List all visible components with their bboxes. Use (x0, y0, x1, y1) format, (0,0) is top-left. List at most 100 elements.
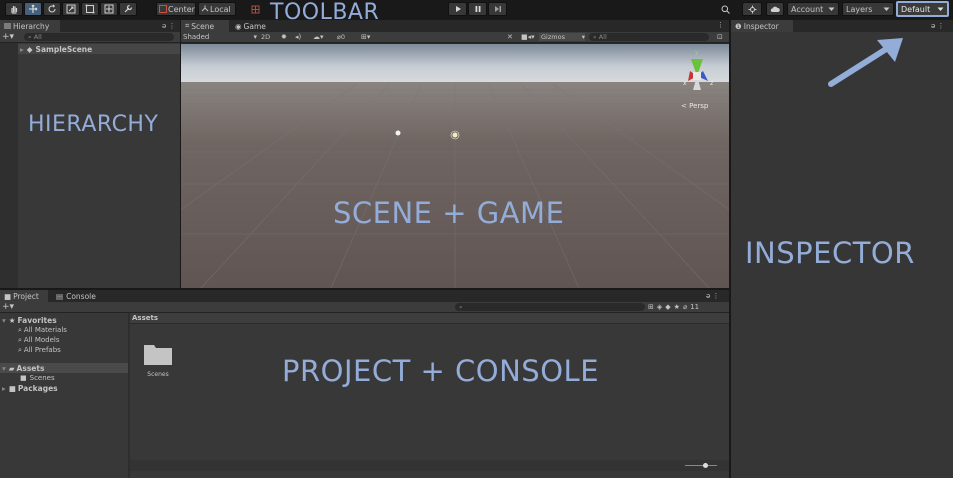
scene-camera-settings-button[interactable]: ⊡ (717, 32, 723, 42)
speaker-icon: ◂) (295, 33, 302, 41)
perspective-toggle[interactable]: < Persp (681, 102, 708, 110)
project-status-bar (130, 460, 729, 471)
tab-hierarchy[interactable]: Hierarchy (0, 20, 60, 32)
favorite-item[interactable]: ⌕ All Models (18, 335, 60, 345)
gamepad-icon: ◉ (235, 21, 242, 31)
cloud-button[interactable] (766, 2, 784, 16)
project-search-input[interactable]: ⌕ (455, 303, 645, 311)
folder-icon: ■ (4, 291, 12, 301)
hierarchy-tabbar: Hierarchy ə ⋮ (0, 20, 180, 32)
chevron-down-icon: ▾ (253, 33, 257, 41)
step-button[interactable] (488, 2, 507, 16)
unity-scene-icon: ◆ (26, 44, 33, 54)
rotate-tool-button[interactable] (43, 2, 61, 16)
rotate-icon (47, 4, 57, 14)
scene-menu-icon[interactable]: ⋮ (717, 21, 724, 29)
collab-button[interactable] (742, 2, 762, 16)
gizmos-label: Gizmos (541, 33, 565, 41)
move-icon (28, 4, 38, 14)
custom-tool-button[interactable] (119, 2, 137, 16)
gizmos-dropdown[interactable]: Gizmos ▾ (539, 33, 585, 41)
tab-scene-label: Scene (191, 21, 215, 31)
breadcrumb-item: Assets (132, 314, 159, 322)
project-panel: ■ Project ▤ Console ə ⋮ +▾ ⌕ ⊞◈◆★⌀11 ▾ ★… (0, 290, 729, 478)
camera-dropdown[interactable]: ■◂▾ (521, 32, 535, 42)
effects-dropdown[interactable]: ☁▾ (313, 32, 324, 42)
toggle-2d-button[interactable]: 2D (261, 32, 270, 42)
create-asset-button[interactable]: +▾ (2, 302, 14, 312)
zoom-slider-handle[interactable] (703, 463, 708, 468)
lighting-toggle[interactable]: ✹ (281, 32, 287, 42)
toggle-2d-label: 2D (261, 33, 271, 41)
scenes-folder-row[interactable]: ■ Scenes (20, 373, 55, 383)
layout-dropdown[interactable]: Default (896, 1, 949, 17)
plus-icon: +▾ (2, 32, 15, 42)
local-axis-icon (201, 5, 209, 13)
scene-viewport[interactable]: x z y < Persp (181, 44, 729, 288)
transform-tool-button[interactable] (100, 2, 118, 16)
shading-mode-label: Shaded (183, 33, 210, 41)
tab-project[interactable]: ■ Project (0, 290, 48, 302)
favorites-label: Favorites (17, 315, 57, 325)
tab-scene[interactable]: ⌗ Scene (181, 20, 229, 32)
grid-snap-button[interactable] (248, 2, 262, 16)
tag-icon: ◆ (665, 303, 674, 311)
audio-toggle[interactable]: ◂) (295, 32, 301, 42)
scene-row[interactable]: ▸ ◆ SampleScene (0, 44, 180, 54)
search-icon: ⌕ (18, 335, 22, 344)
lightbulb-icon: ✹ (281, 33, 287, 41)
grid-icon: ⌗ (185, 21, 190, 30)
folder-icon: ■ (8, 383, 16, 393)
inspector-overlay-label: INSPECTOR (745, 236, 915, 270)
toolbar: Center Local TOOLBAR Account Layers Defa… (0, 0, 953, 24)
hand-tool-button[interactable] (5, 2, 23, 16)
favorite-item[interactable]: ⌕ All Materials (18, 325, 67, 335)
grid-snap-icon (251, 5, 260, 14)
tools-toggle[interactable]: ✕ (507, 32, 513, 42)
move-tool-button[interactable] (24, 2, 42, 16)
scale-tool-button[interactable] (62, 2, 80, 16)
account-dropdown[interactable]: Account (787, 2, 839, 16)
scene-search-input[interactable]: ⌕ All (589, 33, 709, 41)
project-filter-buttons[interactable]: ⊞◈◆★⌀11 (648, 302, 699, 312)
tab-inspector[interactable]: ❶ Inspector (731, 20, 793, 32)
scene-overlay-label: SCENE + GAME (333, 196, 565, 230)
asset-item[interactable]: Scenes (142, 341, 174, 389)
scene-render: x z y (181, 44, 729, 288)
hierarchy-menu-icon[interactable]: ə ⋮ (162, 22, 178, 30)
tab-game[interactable]: ◉ Game (231, 20, 271, 32)
hidden-objects-toggle[interactable]: ⌀0 (337, 32, 345, 42)
favorite-item[interactable]: ⌕ All Prefabs (18, 345, 61, 355)
scene-search-placeholder: All (598, 33, 607, 41)
project-breadcrumb[interactable]: Assets (130, 313, 729, 324)
shading-mode-dropdown[interactable]: Shaded ▾ (183, 32, 257, 42)
pivot-center-label: Center (168, 4, 195, 14)
zoom-slider[interactable] (685, 463, 717, 468)
search-button[interactable] (716, 2, 734, 16)
grid-dropdown[interactable]: ⊞▾ (361, 32, 370, 42)
favorites-row[interactable]: ▾ ★ Favorites (2, 315, 57, 325)
expand-arrow-icon: ▾ (2, 315, 6, 325)
project-tabbar: ■ Project ▤ Console ə ⋮ (0, 290, 729, 302)
add-object-button[interactable]: +▾ (2, 32, 20, 42)
packages-folder-row[interactable]: ▸ ■ Packages (2, 383, 58, 393)
hierarchy-panel: Hierarchy ə ⋮ +▾ ⌕ All ▸ ◆ SampleScene H… (0, 20, 180, 288)
inspector-menu-icon[interactable]: ə ⋮ (931, 22, 945, 30)
light-object-icon (395, 130, 401, 136)
project-folder-tree: ▾ ★ Favorites ⌕ All Materials ⌕ All Models… (0, 313, 128, 478)
hierarchy-search-input[interactable]: ⌕ All (24, 33, 174, 41)
folder-icon: ■ (20, 374, 27, 382)
rect-tool-button[interactable] (81, 2, 99, 16)
assets-folder-row[interactable]: ▾ ▰ Assets (0, 363, 128, 373)
pivot-local-toggle[interactable]: Local (198, 2, 236, 16)
star-icon: ★ (8, 315, 16, 325)
pivot-center-toggle[interactable]: Center (156, 2, 196, 16)
play-button[interactable] (448, 2, 467, 16)
tab-console[interactable]: ▤ Console (52, 290, 102, 302)
info-icon: ❶ (735, 21, 742, 31)
project-menu-icon[interactable]: ə ⋮ (706, 292, 720, 300)
tab-inspector-label: Inspector (743, 21, 779, 31)
pause-button[interactable] (468, 2, 487, 16)
scene-toolbar: Shaded ▾ 2D ✹ ◂) ☁▾ ⌀0 ⊞▾ ✕ ■◂▾ Gizmos ▾ ⌕… (181, 32, 729, 43)
layers-dropdown[interactable]: Layers (842, 2, 894, 16)
